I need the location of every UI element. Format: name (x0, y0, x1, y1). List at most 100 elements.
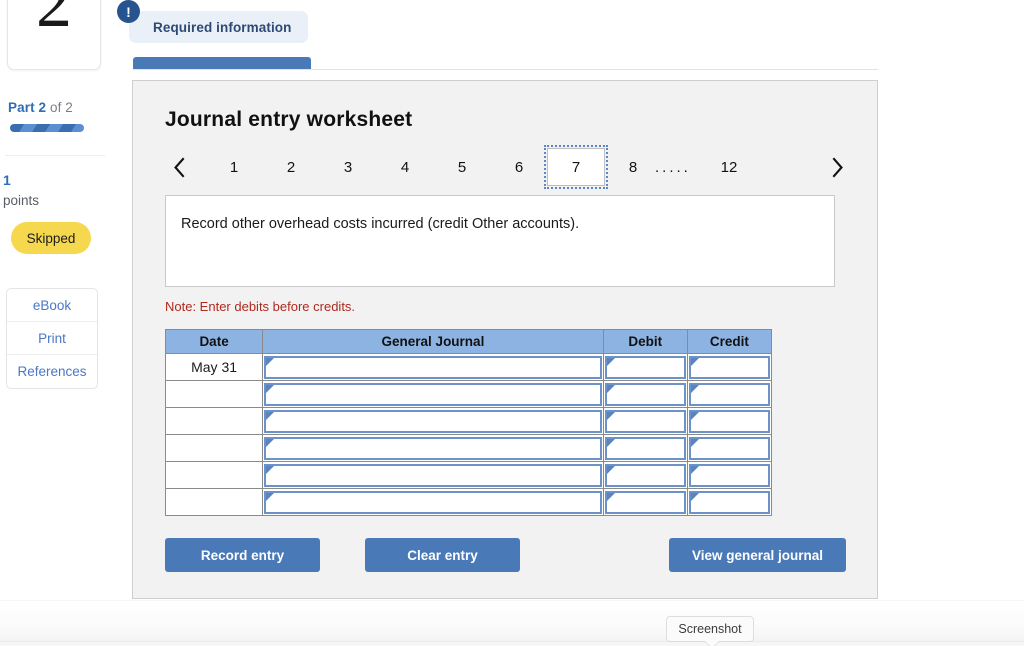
date-cell-row-1: May 31 (164, 353, 264, 381)
pagination-ellipsis: ..... (655, 158, 691, 176)
debit-cell-row-6[interactable] (602, 488, 688, 516)
table-row (164, 488, 773, 516)
general-journal-input-row-1[interactable] (264, 355, 602, 379)
credit-cell-row-1[interactable] (686, 353, 773, 381)
journal-entry-table: Date General Journal Debit Credit May 31 (164, 329, 773, 516)
table-row (164, 380, 773, 408)
part-word: Part (8, 100, 35, 115)
credit-input-row-4[interactable] (688, 436, 770, 460)
pagination-page-1[interactable]: 1 (219, 148, 249, 186)
credit-cell-row-4[interactable] (686, 434, 773, 462)
question-number: 2 (36, 0, 72, 42)
ebook-label: eBook (32, 297, 72, 313)
debit-cell-row-3[interactable] (602, 407, 688, 435)
part-progress-bar (10, 124, 84, 132)
general-journal-input-row-3[interactable] (264, 409, 602, 433)
debit-input-row-2[interactable] (604, 382, 686, 406)
general-journal-input-row-2[interactable] (264, 382, 602, 406)
points-label: points (3, 193, 40, 208)
general-journal-cell-row-2[interactable] (262, 380, 604, 408)
page-title: Journal entry worksheet (165, 108, 413, 131)
record-entry-label: Record entry (200, 547, 285, 563)
question-number-card: 2 (7, 0, 101, 70)
table-row (164, 434, 773, 462)
credit-cell-row-3[interactable] (686, 407, 773, 435)
status-badge-label: Skipped (26, 230, 76, 246)
tab-underline (133, 69, 878, 70)
date-cell-row-2[interactable] (164, 380, 264, 408)
column-header-general-journal: General Journal (262, 329, 604, 354)
sidebar-item-ebook[interactable]: eBook (7, 289, 97, 322)
screenshot-tooltip-label: Screenshot (678, 622, 742, 636)
table-row (164, 461, 773, 489)
pagination-page-6[interactable]: 6 (504, 148, 534, 186)
transaction-prompt-box: Record other overhead costs incurred (cr… (165, 195, 835, 287)
general-journal-input-row-4[interactable] (264, 436, 602, 460)
credit-input-row-6[interactable] (688, 490, 770, 514)
record-entry-button[interactable]: Record entry (165, 538, 320, 572)
pagination-page-12[interactable]: 12 (714, 148, 744, 186)
credit-cell-row-6[interactable] (686, 488, 773, 516)
date-cell-row-3[interactable] (164, 407, 264, 435)
general-journal-cell-row-4[interactable] (262, 434, 604, 462)
credit-input-row-2[interactable] (688, 382, 770, 406)
transaction-prompt-text: Record other overhead costs incurred (cr… (181, 216, 580, 232)
credit-input-row-5[interactable] (688, 463, 770, 487)
debit-input-row-6[interactable] (604, 490, 686, 514)
debit-cell-row-4[interactable] (602, 434, 688, 462)
general-journal-cell-row-5[interactable] (262, 461, 604, 489)
date-cell-row-4[interactable] (164, 434, 264, 462)
debit-cell-row-2[interactable] (602, 380, 688, 408)
clear-entry-button[interactable]: Clear entry (365, 538, 520, 572)
sidebar-item-print[interactable]: Print (7, 322, 97, 355)
required-information-wrap: ! Required information (117, 0, 308, 43)
required-information-label: Required information (153, 19, 292, 35)
column-header-credit: Credit (686, 329, 773, 354)
points-value: 1 (3, 172, 11, 188)
screenshot-tooltip: Screenshot (666, 616, 754, 642)
general-journal-cell-row-1[interactable] (262, 353, 604, 381)
pagination-page-7-selected[interactable]: 7 (544, 145, 608, 189)
resources-box: eBook Print References (6, 288, 98, 389)
footer-bar (0, 600, 1024, 646)
exclamation-icon: ! (117, 0, 140, 23)
debit-input-row-5[interactable] (604, 463, 686, 487)
status-badge: Skipped (11, 222, 91, 254)
general-journal-cell-row-6[interactable] (262, 488, 604, 516)
sidebar-item-references[interactable]: References (7, 355, 97, 388)
pagination-page-8[interactable]: 8 (618, 148, 648, 186)
general-journal-input-row-6[interactable] (264, 490, 602, 514)
credit-input-row-3[interactable] (688, 409, 770, 433)
pagination-page-3[interactable]: 3 (333, 148, 363, 186)
debit-input-row-3[interactable] (604, 409, 686, 433)
debit-cell-row-1[interactable] (602, 353, 688, 381)
general-journal-input-row-5[interactable] (264, 463, 602, 487)
chevron-right-icon[interactable] (823, 148, 851, 186)
part-of: of 2 (50, 100, 73, 115)
view-general-journal-button[interactable]: View general journal (669, 538, 846, 572)
footer-divider (0, 641, 1024, 642)
general-journal-cell-row-3[interactable] (262, 407, 604, 435)
print-label: Print (38, 330, 66, 346)
debit-input-row-4[interactable] (604, 436, 686, 460)
credit-cell-row-2[interactable] (686, 380, 773, 408)
required-information-badge: ! Required information (117, 0, 308, 43)
references-label: References (17, 364, 87, 379)
debit-input-row-1[interactable] (604, 355, 686, 379)
table-row (164, 407, 773, 435)
credit-input-row-1[interactable] (688, 355, 770, 379)
clear-entry-label: Clear entry (407, 547, 478, 563)
column-header-date: Date (164, 329, 264, 354)
credit-cell-row-5[interactable] (686, 461, 773, 489)
table-row: May 31 (164, 353, 773, 381)
date-cell-row-6[interactable] (164, 488, 264, 516)
part-indicator: Part 2 of 2 (8, 100, 73, 115)
pagination-page-5[interactable]: 5 (447, 148, 477, 186)
debit-cell-row-5[interactable] (602, 461, 688, 489)
date-cell-row-5[interactable] (164, 461, 264, 489)
page-root: 2 Part 2 of 2 1 points Skipped eBook Pri… (0, 0, 1024, 646)
chevron-left-icon[interactable] (165, 148, 193, 186)
view-general-journal-label: View general journal (691, 547, 824, 563)
pagination-page-2[interactable]: 2 (276, 148, 306, 186)
pagination-page-4[interactable]: 4 (390, 148, 420, 186)
